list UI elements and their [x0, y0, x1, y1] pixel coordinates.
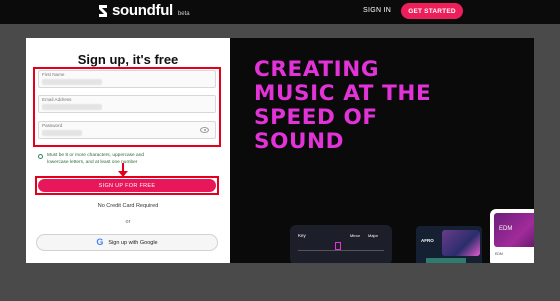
- password-hint: Must be 8 or more characters, uppercase …: [38, 153, 157, 166]
- google-icon: G: [96, 237, 104, 247]
- key-card-minor: Minor: [350, 233, 361, 238]
- sign-in-link[interactable]: SIGN IN: [363, 7, 391, 14]
- check-circle-icon: [38, 154, 43, 159]
- annotation-box-submit: [35, 176, 219, 195]
- key-card-major: Major: [368, 233, 379, 238]
- hero-line-1: CREATING: [254, 57, 380, 82]
- beta-badge: beta: [177, 10, 190, 17]
- key-selector-card: Key Minor Major: [290, 225, 392, 263]
- edm-card-footer: EDM: [495, 252, 503, 256]
- no-credit-card-text: No Credit Card Required: [97, 203, 159, 209]
- annotation-box-fields: [33, 67, 221, 147]
- edm-card-title: EDM: [499, 226, 513, 232]
- google-signup-label: Sign up with Google: [108, 239, 158, 246]
- edm-genre-card: EDM EDM: [490, 209, 534, 263]
- key-card-selected: [335, 242, 341, 250]
- afro-genre-image: [442, 230, 480, 256]
- or-divider: or: [125, 219, 131, 225]
- hero-section: CREATING MUSIC AT THE SPEED OF SOUND Key…: [230, 38, 534, 263]
- key-card-keys: [298, 247, 384, 251]
- password-hint-text: Must be 8 or more characters, uppercase …: [47, 153, 145, 165]
- afro-card-strip: [426, 258, 466, 263]
- key-card-title: Key: [298, 233, 306, 238]
- google-signup-button[interactable]: G Sign up with Google: [36, 234, 218, 251]
- signup-form: Sign up, it's free First Name Email Addr…: [26, 38, 230, 263]
- logo-text: soundful: [112, 2, 173, 19]
- hero-headline: CREATING MUSIC AT THE SPEED OF SOUND: [254, 58, 534, 154]
- hero-line-4: SOUND: [254, 129, 345, 154]
- top-navigation-bar: soundful beta SIGN IN GET STARTED: [0, 0, 560, 24]
- hero-line-3: SPEED OF: [254, 105, 378, 130]
- soundful-logo[interactable]: soundful beta: [97, 2, 190, 19]
- signup-panel: Sign up, it's free First Name Email Addr…: [26, 38, 534, 263]
- afro-card-title: AFRO: [421, 238, 434, 243]
- hero-line-2: MUSIC AT THE: [254, 81, 432, 106]
- afro-genre-card: AFRO: [416, 226, 482, 263]
- signup-heading: Sign up, it's free: [77, 52, 179, 67]
- get-started-button[interactable]: GET STARTED: [401, 3, 463, 19]
- soundful-logo-icon: [99, 5, 107, 17]
